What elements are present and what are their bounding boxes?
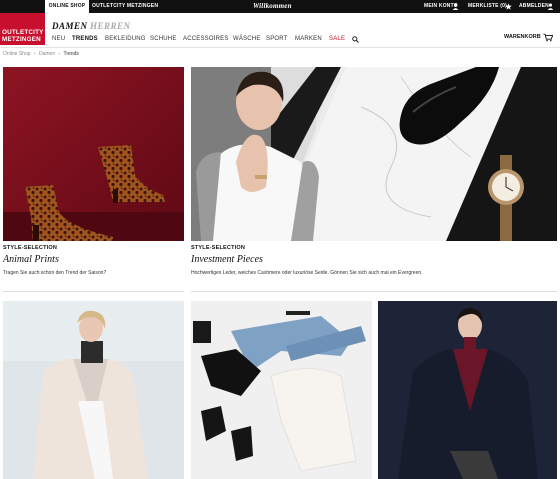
tile-investment-pieces-image[interactable]	[191, 67, 557, 241]
tile-flat-lay-image[interactable]	[191, 301, 372, 479]
tile-navy-coat-image[interactable]	[378, 301, 557, 479]
tile-kicker: STYLE-SELECTION	[3, 245, 58, 251]
tile-title[interactable]: Investment Pieces	[191, 254, 263, 265]
online-shop-tab[interactable]: ONLINE SHOP	[45, 0, 89, 13]
user-icon[interactable]	[547, 3, 554, 10]
cart-icon[interactable]	[543, 33, 553, 42]
tile-kicker: STYLE-SELECTION	[191, 245, 246, 251]
basket-label[interactable]: WARENKORB	[504, 34, 541, 40]
welcome-text: Willkommen	[253, 2, 292, 10]
tile-divider	[191, 291, 557, 292]
breadcrumb-damen[interactable]: Damen	[39, 51, 55, 57]
breadcrumb-separator: ›	[33, 51, 36, 57]
outletcity-logo[interactable]: OUTLETCITY METZINGEN	[0, 13, 45, 45]
breadcrumb-trends: Trends	[63, 51, 79, 57]
star-icon[interactable]	[505, 3, 512, 10]
nav-item-accessoires[interactable]: ACCESSOIRES	[183, 36, 229, 42]
gender-herren[interactable]: HERREN	[90, 21, 131, 31]
tile-title[interactable]: Animal Prints	[3, 254, 59, 265]
breadcrumb-online-shop[interactable]: Online Shop	[3, 51, 31, 57]
nav-item-sport[interactable]: SPORT	[266, 36, 288, 42]
tile-description: Tragen Sie auch schon den Trend der Sais…	[3, 270, 107, 276]
nav-item-sale[interactable]: SALE	[329, 36, 345, 42]
nav-item-trends[interactable]: TRENDS	[72, 36, 98, 42]
outletcity-tab[interactable]: OUTLETCITY METZINGEN	[92, 0, 158, 13]
tile-animal-prints-image[interactable]	[3, 67, 184, 241]
logout-link[interactable]: ABMELDEN	[519, 0, 549, 13]
tile-description: Hochwertiges Leder, weiches Cashmere ode…	[191, 270, 423, 276]
header-divider	[0, 47, 560, 48]
top-bar: ONLINE SHOP OUTLETCITY METZINGEN Willkom…	[0, 0, 560, 13]
logo-line1: OUTLETCITY	[2, 29, 44, 36]
nav-item-bekleidung[interactable]: BEKLEIDUNG	[105, 36, 146, 42]
nav-item-schuhe[interactable]: SCHUHE	[150, 36, 177, 42]
logo-line2: METZINGEN	[2, 36, 41, 43]
tile-cream-coat-image[interactable]	[3, 301, 184, 479]
tile-divider	[3, 291, 184, 292]
breadcrumb-separator: ›	[58, 51, 61, 57]
breadcrumb: Online Shop › Damen › Trends	[3, 51, 81, 57]
wishlist-link[interactable]: MERKLISTE (0)	[468, 0, 507, 13]
user-icon[interactable]	[452, 3, 459, 10]
gender-damen[interactable]: DAMEN	[52, 21, 88, 31]
search-icon[interactable]	[352, 36, 359, 43]
nav-item-marken[interactable]: MARKEN	[295, 36, 322, 42]
nav-item-neu[interactable]: NEU	[52, 36, 65, 42]
nav-item-waesche[interactable]: WÄSCHE	[233, 36, 261, 42]
